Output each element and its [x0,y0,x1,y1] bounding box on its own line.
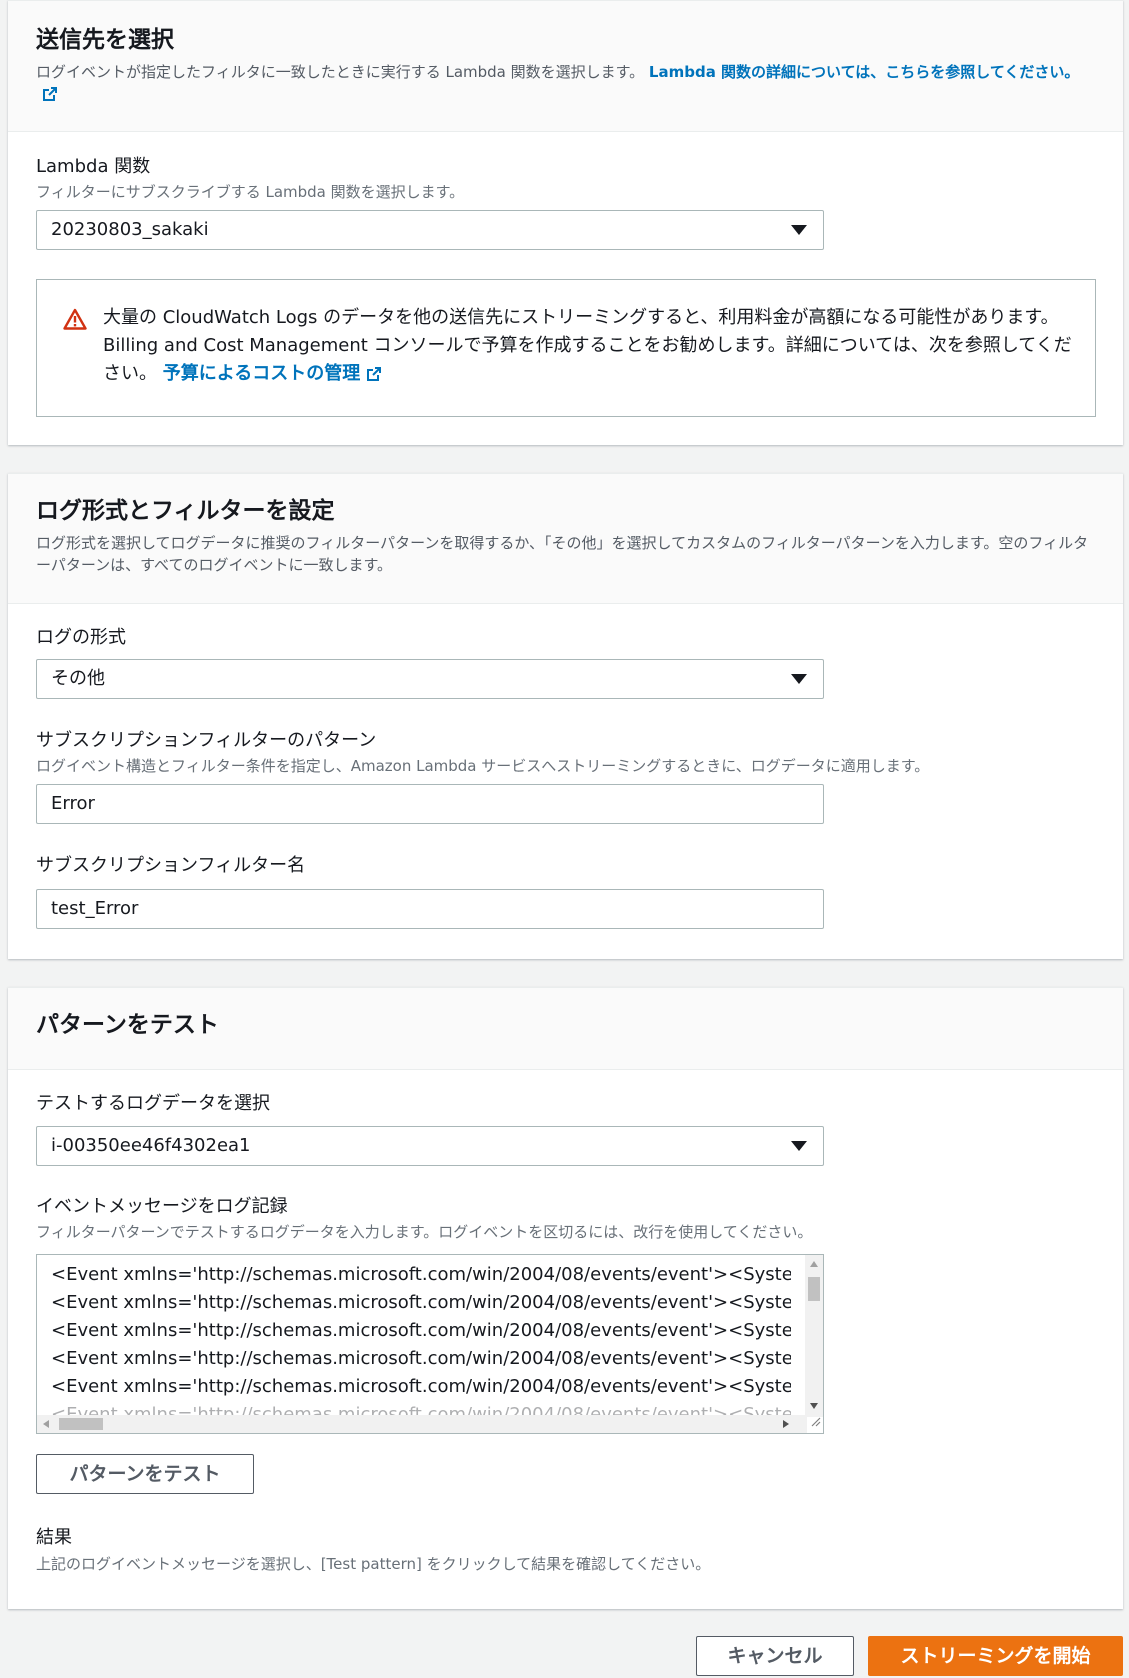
scroll-up-arrow-icon[interactable] [810,1261,818,1267]
warning-icon [63,308,87,334]
horizontal-scroll-thumb[interactable] [59,1418,103,1430]
event-messages-lines: <Event xmlns='http://schemas.microsoft.c… [51,1261,791,1429]
resize-handle-icon[interactable] [809,1412,821,1431]
destination-desc-text: ログイベントが指定したフィルタに一致したときに実行する Lambda 関数を選択… [36,63,645,81]
vertical-scrollbar[interactable] [805,1255,823,1417]
budget-cost-link[interactable]: 予算によるコストの管理 [163,363,382,384]
chevron-down-icon [791,674,807,684]
lambda-function-label: Lambda 関数 [36,156,151,177]
lambda-function-select[interactable]: 20230803_sakaki [36,210,824,250]
budget-cost-link-text: 予算によるコストの管理 [162,363,361,384]
lambda-docs-link-text: Lambda 関数の詳細については、こちらを参照してください。 [648,63,1080,81]
result-label: 結果 [36,1527,72,1548]
external-link-icon [366,363,382,391]
start-streaming-button[interactable]: ストリーミングを開始 [868,1636,1123,1676]
event-line: <Event xmlns='http://schemas.microsoft.c… [51,1292,791,1313]
event-line: <Event xmlns='http://schemas.microsoft.c… [51,1348,791,1369]
scroll-left-arrow-icon[interactable] [43,1420,49,1428]
test-header: パターンをテスト [8,988,1123,1070]
chevron-down-icon [791,225,807,235]
filter-title: ログ形式とフィルターを設定 [36,498,335,524]
event-messages-description: フィルターパターンでテストするログデータを入力します。ログイベントを区切るには、… [36,1223,813,1241]
test-pattern-button-label: パターンをテスト [69,1463,221,1485]
test-title: パターンをテスト [36,1012,219,1038]
destination-header: 送信先を選択 ログイベントが指定したフィルタに一致したときに実行する Lambd… [8,1,1123,132]
filter-panel: ログ形式とフィルターを設定 ログ形式を選択してログデータに推奨のフィルターパター… [8,473,1123,959]
log-format-select[interactable]: その他 [36,659,824,699]
horizontal-scrollbar[interactable] [37,1415,807,1433]
filter-description: ログ形式を選択してログデータに推奨のフィルターパターンを取得するか、「その他」を… [36,534,1089,574]
test-pattern-button[interactable]: パターンをテスト [36,1454,254,1494]
filter-pattern-input[interactable]: Error [36,784,824,824]
cancel-button-label: キャンセル [727,1645,823,1667]
lambda-function-value: 20230803_sakaki [51,219,209,240]
log-format-label: ログの形式 [36,627,126,648]
start-streaming-button-label: ストリーミングを開始 [900,1645,1091,1667]
filter-pattern-description: ログイベント構造とフィルター条件を指定し、Amazon Lambda サービスへ… [36,757,930,775]
event-messages-label: イベントメッセージをログ記録 [36,1196,288,1217]
log-data-select[interactable]: i-00350ee46f4302ea1 [36,1126,824,1166]
result-description: 上記のログイベントメッセージを選択し、[Test pattern] をクリックし… [36,1555,711,1573]
log-data-label: テストするログデータを選択 [36,1093,270,1114]
log-data-value: i-00350ee46f4302ea1 [51,1135,251,1156]
cancel-button[interactable]: キャンセル [696,1636,854,1676]
external-link-icon [42,86,58,108]
log-format-value: その他 [51,668,105,689]
vertical-scroll-thumb[interactable] [808,1277,820,1301]
filter-header: ログ形式とフィルターを設定 ログ形式を選択してログデータに推奨のフィルターパター… [8,474,1123,604]
event-line: <Event xmlns='http://schemas.microsoft.c… [51,1320,791,1341]
page: 送信先を選択 ログイベントが指定したフィルタに一致したときに実行する Lambd… [0,0,1129,1678]
filter-pattern-label: サブスクリプションフィルターのパターン [36,730,377,751]
event-messages-textarea[interactable]: <Event xmlns='http://schemas.microsoft.c… [36,1254,824,1434]
lambda-function-description: フィルターにサブスクライブする Lambda 関数を選択します。 [36,183,465,201]
destination-panel: 送信先を選択 ログイベントが指定したフィルタに一致したときに実行する Lambd… [8,0,1123,445]
chevron-down-icon [791,1141,807,1151]
scroll-down-arrow-icon[interactable] [810,1403,818,1409]
destination-description: ログイベントが指定したフィルタに一致したときに実行する Lambda 関数を選択… [36,61,1095,108]
event-line: <Event xmlns='http://schemas.microsoft.c… [51,1376,791,1397]
filter-name-label: サブスクリプションフィルター名 [36,855,306,876]
cost-warning-text: 大量の CloudWatch Logs のデータを他の送信先にストリーミングする… [103,304,1073,391]
filter-pattern-value: Error [51,793,95,814]
scroll-right-arrow-icon[interactable] [783,1420,789,1428]
filter-name-input[interactable]: test_Error [36,889,824,929]
filter-name-value: test_Error [51,898,139,919]
destination-title: 送信先を選択 [36,27,174,53]
event-line: <Event xmlns='http://schemas.microsoft.c… [51,1264,791,1285]
cost-warning-alert: 大量の CloudWatch Logs のデータを他の送信先にストリーミングする… [36,279,1096,417]
test-panel: パターンをテスト テストするログデータを選択 i-00350ee46f4302e… [8,987,1123,1609]
